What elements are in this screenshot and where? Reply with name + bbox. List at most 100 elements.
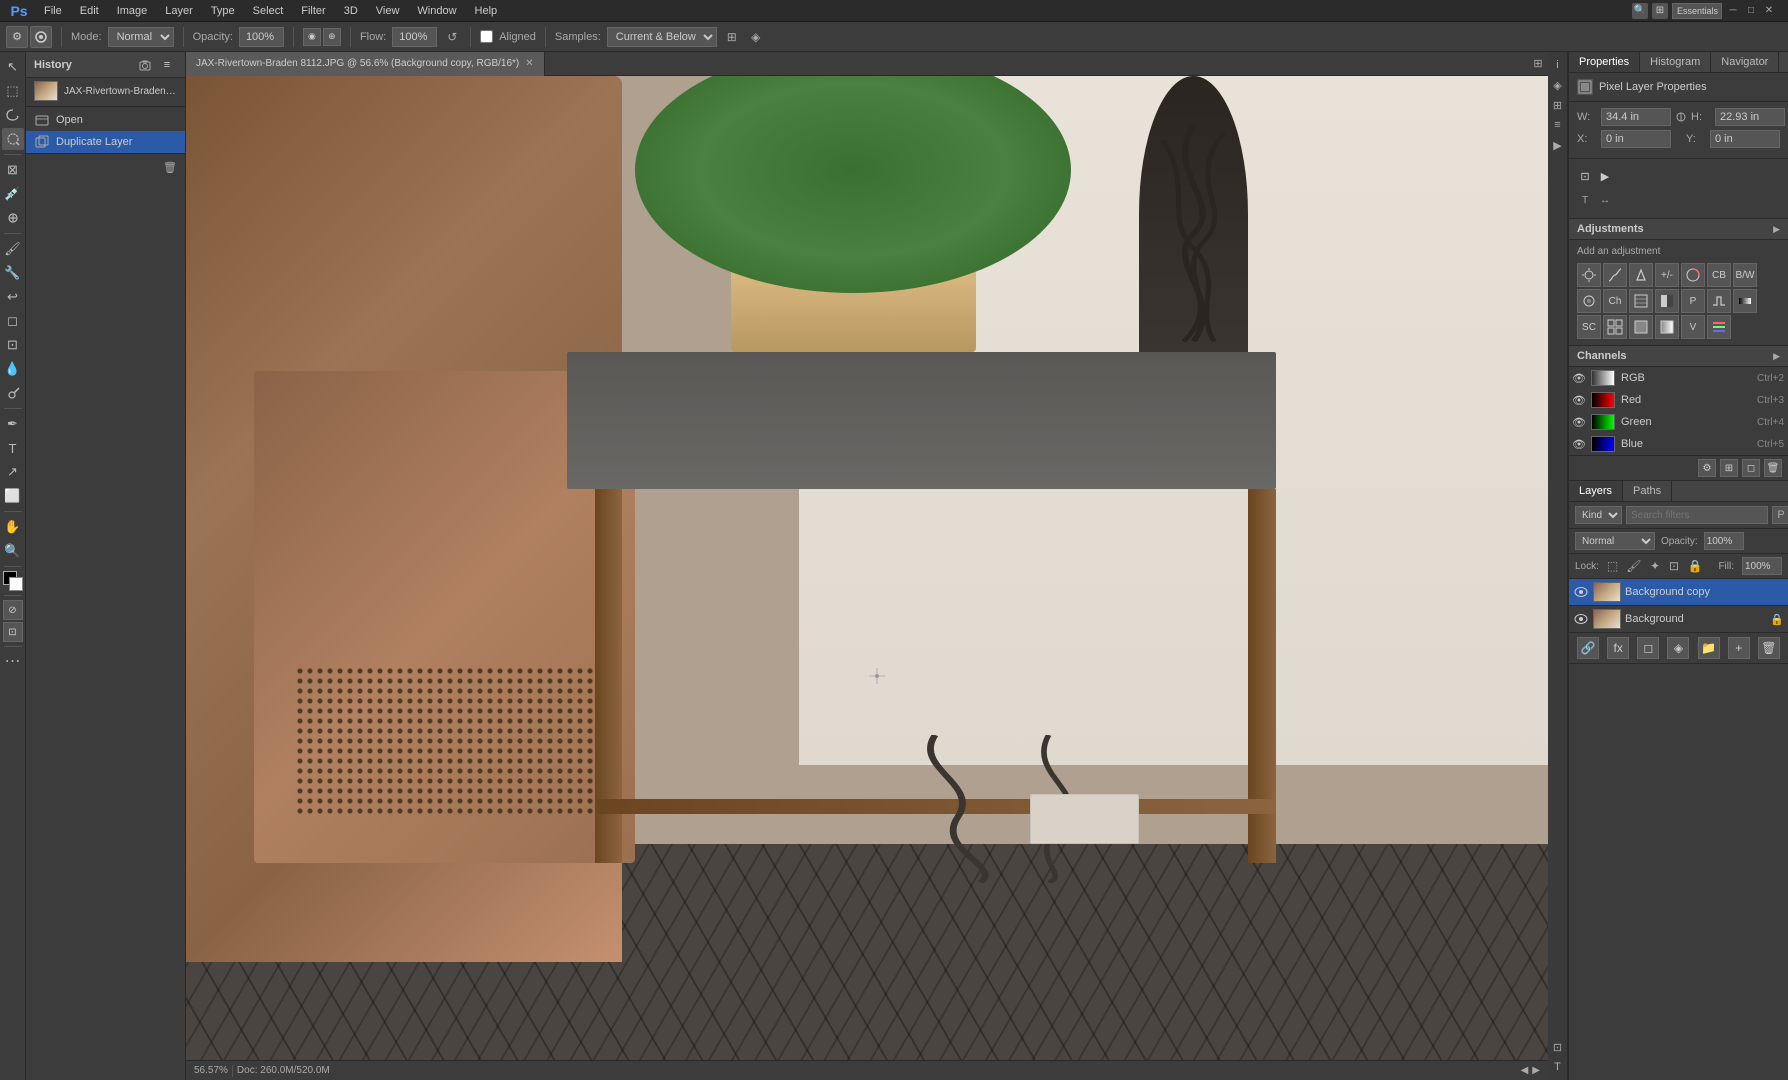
- layer-background-copy[interactable]: Background copy: [1569, 579, 1788, 606]
- brush-tool[interactable]: 🖌: [2, 238, 24, 260]
- layers-search-input[interactable]: [1626, 506, 1768, 524]
- eraser-tool[interactable]: ◻: [2, 310, 24, 332]
- blackwhite-adj-btn[interactable]: B/W: [1733, 263, 1757, 287]
- posterize-adj-btn[interactable]: P: [1681, 289, 1705, 313]
- more-tools-btn[interactable]: ⋯: [5, 651, 21, 671]
- layer-fx-btn[interactable]: fx: [1607, 637, 1629, 659]
- vibrance-adj-btn[interactable]: V: [1681, 315, 1705, 339]
- tab-close-btn[interactable]: ✕: [525, 58, 533, 69]
- menu-image[interactable]: Image: [109, 3, 156, 19]
- props-extra-btn-2[interactable]: ▶: [1597, 169, 1613, 185]
- background-color[interactable]: [9, 577, 23, 591]
- crop-tool[interactable]: ⊠: [2, 159, 24, 181]
- sidebar-transform-icon[interactable]: ⊡: [1549, 1038, 1567, 1056]
- w-input[interactable]: [1601, 108, 1671, 126]
- search-btn[interactable]: 🔍: [1632, 3, 1648, 19]
- tool-icon-btn[interactable]: [30, 26, 52, 48]
- menu-window[interactable]: Window: [409, 3, 464, 19]
- pen-tool[interactable]: ✒: [2, 413, 24, 435]
- channel-rgb[interactable]: 👁 RGB Ctrl+2: [1569, 367, 1788, 389]
- type-tool[interactable]: T: [2, 437, 24, 459]
- channels-btn-4[interactable]: 🗑: [1764, 459, 1782, 477]
- path-selection-tool[interactable]: ↗: [2, 461, 24, 483]
- channel-blue-vis-btn[interactable]: 👁: [1573, 438, 1585, 450]
- props-extra-btn-3[interactable]: T: [1577, 193, 1593, 209]
- quick-selection-tool[interactable]: [2, 128, 24, 150]
- app-logo[interactable]: Ps: [4, 1, 34, 21]
- aligned-label[interactable]: Aligned: [499, 31, 536, 43]
- exposure-adj-btn[interactable]: +/-: [1655, 263, 1679, 287]
- tab-arrange-btn[interactable]: ⊞: [1528, 52, 1548, 76]
- fill-input[interactable]: [1742, 557, 1782, 575]
- sample-all-layers-btn[interactable]: ⊞: [723, 28, 741, 46]
- channels-header[interactable]: Channels ▶: [1569, 346, 1788, 367]
- y-input[interactable]: [1710, 130, 1780, 148]
- dodge-tool[interactable]: [2, 382, 24, 404]
- sidebar-layers-icon[interactable]: ⊞: [1549, 96, 1567, 114]
- colorlookup-adj-btn[interactable]: [1629, 289, 1653, 313]
- layer-filter-btn-1[interactable]: P: [1772, 506, 1788, 524]
- paths-tab[interactable]: Paths: [1623, 481, 1672, 501]
- layer-kind-select[interactable]: Kind: [1575, 506, 1622, 524]
- layer-group-btn[interactable]: 📁: [1698, 637, 1720, 659]
- channel-blue[interactable]: 👁 Blue Ctrl+5: [1569, 433, 1788, 455]
- sidebar-adjustments-icon[interactable]: ◈: [1549, 76, 1567, 94]
- channel-red[interactable]: 👁 Red Ctrl+3: [1569, 389, 1788, 411]
- zoom-indicator[interactable]: 56.57%: [194, 1065, 228, 1076]
- menu-view[interactable]: View: [368, 3, 408, 19]
- channelmixer-adj-btn[interactable]: Ch: [1603, 289, 1627, 313]
- brush-larger-btn[interactable]: ⊕: [323, 28, 341, 46]
- pattern-adj-btn[interactable]: [1603, 315, 1627, 339]
- threshold-adj-btn[interactable]: [1707, 289, 1731, 313]
- document-tab[interactable]: JAX-Rivertown-Braden 8112.JPG @ 56.6% (B…: [186, 52, 545, 76]
- channels-btn-2[interactable]: ⊞: [1720, 459, 1738, 477]
- brush-smaller-btn[interactable]: ◉: [303, 28, 321, 46]
- layer-background[interactable]: Background 🔒: [1569, 606, 1788, 633]
- layer-vis-bg[interactable]: [1573, 613, 1589, 625]
- photofilter-adj-btn[interactable]: [1577, 289, 1601, 313]
- sidebar-extra-icon[interactable]: ▶: [1549, 136, 1567, 154]
- lock-position-btn[interactable]: ✦: [1649, 558, 1660, 574]
- layer-new-btn[interactable]: +: [1728, 637, 1750, 659]
- create-snapshot-btn[interactable]: [135, 55, 155, 75]
- channels-btn-3[interactable]: ◻: [1742, 459, 1760, 477]
- close-btn[interactable]: ✕: [1762, 4, 1776, 18]
- history-snapshot-item[interactable]: JAX-Rivertown-Braden B...: [26, 78, 185, 104]
- samples-select[interactable]: Current & Below: [607, 27, 717, 47]
- shape-tool[interactable]: ⬜: [2, 485, 24, 507]
- blur-tool[interactable]: 💧: [2, 358, 24, 380]
- layer-adj-btn[interactable]: ◈: [1667, 637, 1689, 659]
- selectivecolor-adj-btn[interactable]: SC: [1577, 315, 1601, 339]
- menu-type[interactable]: Type: [203, 3, 243, 19]
- adjustments-header[interactable]: Adjustments ▶: [1569, 219, 1788, 240]
- history-panel-menu-btn[interactable]: ≡: [157, 55, 177, 75]
- props-extra-btn-1[interactable]: ⊡: [1577, 169, 1593, 185]
- solidcolor-adj-btn[interactable]: [1629, 315, 1653, 339]
- levels-adj-btn[interactable]: [1629, 263, 1653, 287]
- status-arrow-left[interactable]: ◀: [1521, 1065, 1529, 1076]
- menu-help[interactable]: Help: [467, 3, 506, 19]
- arrange-btn[interactable]: ⊞: [1652, 3, 1668, 19]
- gradientmap-adj-btn[interactable]: [1733, 289, 1757, 313]
- history-duplicate-item[interactable]: Duplicate Layer: [26, 131, 185, 153]
- aligned-checkbox[interactable]: [480, 30, 493, 43]
- ignore-adj-btn[interactable]: ◈: [747, 28, 765, 46]
- sidebar-properties-icon[interactable]: i: [1549, 56, 1567, 74]
- sidebar-type-icon[interactable]: T: [1549, 1058, 1567, 1076]
- invert-adj-btn[interactable]: [1655, 289, 1679, 313]
- maximize-btn[interactable]: □: [1744, 4, 1758, 18]
- x-input[interactable]: [1601, 130, 1671, 148]
- channel-rgb-vis-btn[interactable]: 👁: [1573, 372, 1585, 384]
- lock-transparent-btn[interactable]: ⬚: [1607, 558, 1618, 574]
- h-input[interactable]: [1715, 108, 1785, 126]
- sidebar-channels-icon[interactable]: ≡: [1549, 116, 1567, 134]
- menu-filter[interactable]: Filter: [293, 3, 333, 19]
- menu-3d[interactable]: 3D: [336, 3, 366, 19]
- props-extra-btn-4[interactable]: ↔: [1597, 193, 1613, 209]
- channel-adj-btn[interactable]: [1707, 315, 1731, 339]
- gradient-adj-btn[interactable]: [1655, 315, 1679, 339]
- lock-all-btn[interactable]: 🔒: [1687, 558, 1702, 574]
- screen-mode-btn[interactable]: ⊡: [3, 622, 23, 642]
- move-tool[interactable]: ↖: [2, 56, 24, 78]
- lasso-tool[interactable]: [2, 104, 24, 126]
